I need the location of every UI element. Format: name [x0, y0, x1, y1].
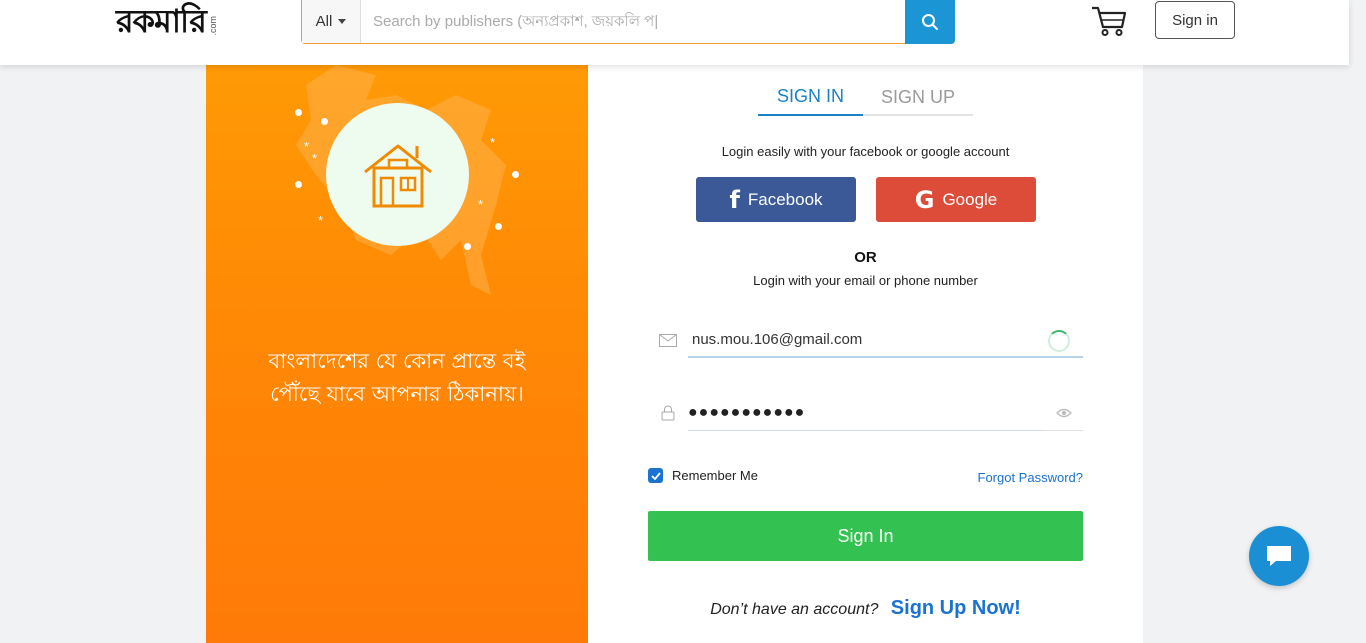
header-signin-button[interactable]: Sign in	[1155, 1, 1235, 39]
top-header: রকমারি .com All Sign in	[0, 0, 1349, 65]
caret-down-icon	[338, 19, 347, 24]
auth-panel: SIGN IN SIGN UP Login easily with your f…	[588, 65, 1143, 643]
password-value: ●●●●●●●●●●●	[688, 403, 806, 421]
google-icon: G	[914, 185, 935, 214]
decor-dot	[464, 243, 471, 250]
live-chat-button[interactable]	[1249, 526, 1309, 586]
auth-tabs: SIGN IN SIGN UP	[758, 79, 973, 116]
cart-icon	[1092, 6, 1127, 36]
email-login-note: Login with your email or phone number	[753, 273, 978, 288]
facebook-login-button[interactable]: f Facebook	[696, 177, 856, 222]
home-icon	[363, 144, 432, 207]
decor-dot	[321, 118, 328, 125]
google-label: Google	[942, 189, 998, 209]
decor-star: *	[490, 135, 496, 150]
search-bar: All	[301, 0, 955, 44]
rokomari-logo[interactable]: রকমারি .com	[116, 0, 218, 40]
tab-sign-up[interactable]: SIGN UP	[863, 79, 973, 116]
chat-icon	[1267, 546, 1291, 566]
check-icon	[650, 471, 661, 480]
decor-dot	[295, 181, 302, 188]
social-login-note: Login easily with your facebook or googl…	[721, 144, 1010, 159]
sign-up-now-link[interactable]: Sign Up Now!	[891, 597, 1021, 619]
forgot-password-link[interactable]: Forgot Password?	[978, 470, 1084, 485]
decor-star: *	[478, 197, 484, 212]
envelope-icon	[648, 322, 688, 358]
or-divider: OR	[854, 249, 877, 266]
decor-star: *	[318, 213, 324, 228]
remember-me-checkbox[interactable]	[648, 468, 663, 483]
lock-icon	[648, 395, 688, 431]
show-password-toggle[interactable]	[1045, 395, 1083, 431]
home-icon-circle	[326, 103, 469, 246]
decor-dot	[495, 223, 502, 230]
no-account-text: Don’t have an account?	[710, 601, 879, 618]
eye-icon	[1056, 408, 1072, 417]
password-input[interactable]: ●●●●●●●●●●●	[688, 395, 1045, 431]
signup-prompt: Don’t have an account? Sign Up Now!	[588, 597, 1143, 620]
logo-suffix: .com	[207, 16, 218, 36]
sign-in-submit-button[interactable]: Sign In	[648, 511, 1083, 561]
search-category-label: All	[315, 13, 333, 30]
logo-text: রকমারি	[116, 2, 207, 40]
decor-dot	[295, 109, 302, 116]
email-value: nus.mou.106@gmail.com	[692, 330, 863, 348]
search-icon	[922, 14, 938, 30]
decor-star: *	[312, 151, 318, 166]
promo-tagline: বাংলাদেশের যে কোন প্রান্তে বই পৌঁছে যাবে…	[206, 345, 588, 411]
search-category-dropdown[interactable]: All	[302, 0, 361, 43]
promo-panel: * * * * * বাংলাদেশের যে কোন প্রান্তে বই …	[206, 65, 588, 643]
tagline-line1: বাংলাদেশের যে কোন প্রান্তে বই	[268, 349, 526, 373]
search-input[interactable]	[361, 0, 905, 43]
tagline-line2: পৌঁছে যাবে আপনার ঠিকানায়।	[270, 382, 524, 406]
remember-me: Remember Me	[648, 468, 758, 483]
facebook-label: Facebook	[747, 189, 823, 209]
loading-spinner-icon	[1048, 330, 1070, 352]
email-input[interactable]: nus.mou.106@gmail.com	[688, 322, 1083, 358]
facebook-icon: f	[729, 185, 740, 214]
search-button[interactable]	[905, 0, 955, 44]
decor-star: *	[304, 139, 310, 154]
decor-dot	[512, 171, 519, 178]
password-field: ●●●●●●●●●●●	[648, 395, 1083, 431]
cart-button[interactable]	[1090, 4, 1128, 38]
remember-me-label: Remember Me	[672, 468, 758, 483]
email-field: nus.mou.106@gmail.com	[648, 322, 1083, 358]
tab-sign-in[interactable]: SIGN IN	[758, 79, 863, 116]
google-login-button[interactable]: G Google	[876, 177, 1036, 222]
